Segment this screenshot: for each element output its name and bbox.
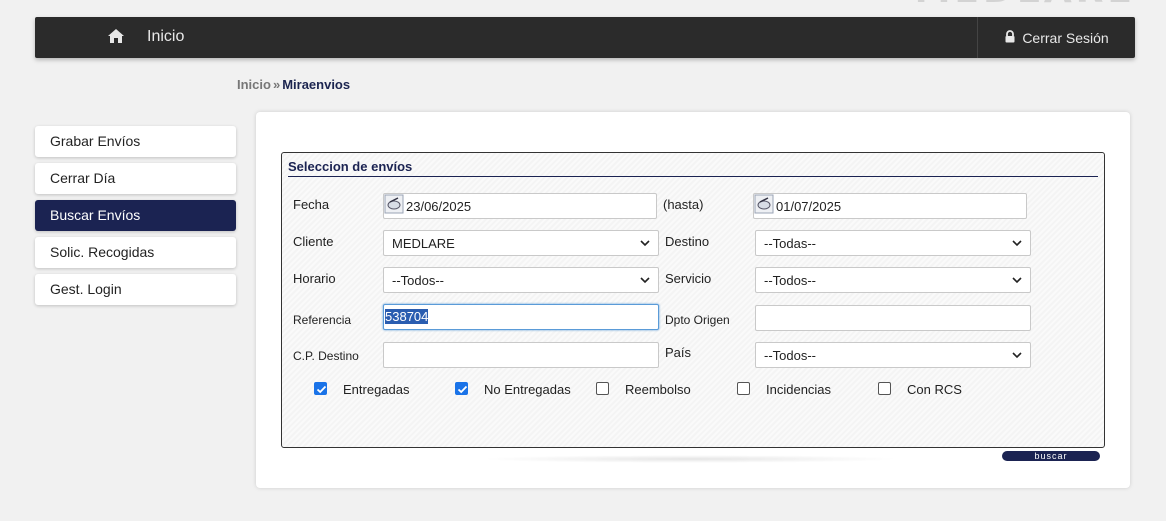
cliente-label: Cliente xyxy=(293,234,334,249)
fecha-desde-input[interactable]: 23/06/2025 xyxy=(383,193,657,219)
servicio-value: --Todos-- xyxy=(764,272,817,288)
chevron-down-icon xyxy=(1012,240,1022,247)
reembolso-checkbox[interactable] xyxy=(596,382,609,395)
pais-label: País xyxy=(665,345,692,360)
cliente-select[interactable]: MEDLARE xyxy=(383,230,659,256)
sidebar-item-buscar-envios[interactable]: Buscar Envíos xyxy=(35,200,236,231)
logout-label: Cerrar Sesión xyxy=(1022,29,1109,46)
entregadas-label[interactable]: Entregadas xyxy=(343,382,410,397)
destino-label: Destino xyxy=(665,234,710,249)
logout-button[interactable]: Cerrar Sesión xyxy=(977,17,1135,58)
dpto-origen-label: Dpto Origen xyxy=(665,313,730,327)
cliente-value: MEDLARE xyxy=(392,235,455,251)
panel-shadow xyxy=(480,455,900,463)
sidebar-item-gest-login[interactable]: Gest. Login xyxy=(35,274,236,305)
top-navbar: Inicio Cerrar Sesión xyxy=(35,17,1135,58)
fecha-label: Fecha xyxy=(293,197,330,212)
destino-select[interactable]: --Todas-- xyxy=(755,230,1031,256)
con-rcs-label[interactable]: Con RCS xyxy=(907,382,962,397)
pais-select[interactable]: --Todos-- xyxy=(755,342,1031,368)
checkmark-icon xyxy=(457,385,468,394)
sidebar-item-cerrar-dia[interactable]: Cerrar Día xyxy=(35,163,236,194)
chevron-down-icon xyxy=(1012,277,1022,284)
servicio-label: Servicio xyxy=(665,271,712,286)
sidebar-item-grabar-envios[interactable]: Grabar Envíos xyxy=(35,126,236,157)
buscar-button[interactable]: buscar xyxy=(1002,451,1100,461)
horario-value: --Todos-- xyxy=(392,272,445,288)
breadcrumb-current: Miraenvios xyxy=(282,77,351,92)
referencia-label: Referencia xyxy=(293,313,352,327)
horario-select[interactable]: --Todos-- xyxy=(383,267,659,293)
brand-logo: MEDLARE xyxy=(915,0,1136,11)
nav-inicio-link[interactable]: Inicio xyxy=(147,28,184,46)
no-entregadas-checkbox[interactable] xyxy=(455,382,468,395)
chevron-down-icon xyxy=(640,277,650,284)
cp-destino-label: C.P. Destino xyxy=(293,349,359,363)
pais-value: --Todos-- xyxy=(764,347,817,363)
lock-icon xyxy=(1004,29,1016,46)
entregadas-checkbox[interactable] xyxy=(314,382,327,395)
hasta-label: (hasta) xyxy=(663,197,704,212)
checkmark-icon xyxy=(316,385,327,394)
referencia-input[interactable]: 538704 xyxy=(383,304,659,330)
sidebar-menu: Grabar Envíos Cerrar Día Buscar Envíos S… xyxy=(35,126,236,311)
breadcrumb-home-link[interactable]: Inicio xyxy=(237,77,271,92)
no-entregadas-label[interactable]: No Entregadas xyxy=(484,382,571,397)
calendar-icon[interactable] xyxy=(754,194,774,214)
cp-destino-input[interactable] xyxy=(383,342,659,368)
fecha-hasta-input[interactable]: 01/07/2025 xyxy=(753,193,1027,219)
referencia-value: 538704 xyxy=(385,309,429,324)
incidencias-label[interactable]: Incidencias xyxy=(766,382,831,397)
sidebar-item-solic-recogidas[interactable]: Solic. Recogidas xyxy=(35,237,236,268)
servicio-select[interactable]: --Todos-- xyxy=(755,267,1031,293)
destino-value: --Todas-- xyxy=(764,235,817,251)
breadcrumb: Inicio» Miraenvios xyxy=(237,77,350,92)
panel-title: Seleccion de envíos xyxy=(288,159,1098,177)
chevron-down-icon xyxy=(1012,352,1022,359)
chevron-down-icon xyxy=(640,240,650,247)
horario-label: Horario xyxy=(293,271,336,286)
calendar-icon[interactable] xyxy=(384,194,404,214)
con-rcs-checkbox[interactable] xyxy=(878,382,891,395)
breadcrumb-separator: » xyxy=(272,77,281,92)
dpto-origen-input[interactable] xyxy=(755,305,1031,331)
incidencias-checkbox[interactable] xyxy=(737,382,750,395)
reembolso-label[interactable]: Reembolso xyxy=(625,382,691,397)
home-icon[interactable] xyxy=(107,28,125,44)
